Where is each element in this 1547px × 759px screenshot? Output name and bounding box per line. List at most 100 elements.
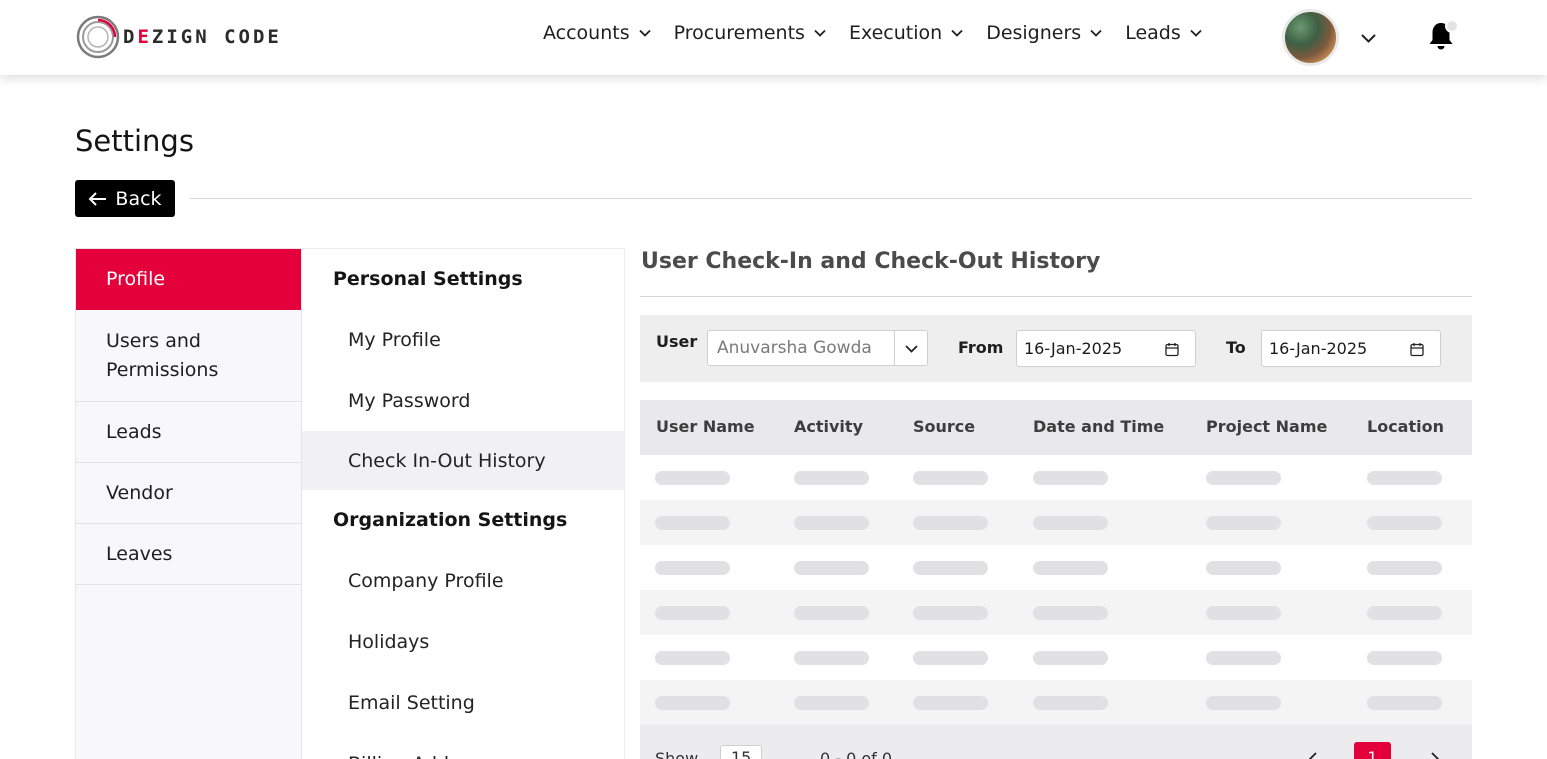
header-divider	[190, 198, 1472, 199]
logo-mark-icon	[76, 15, 120, 59]
skeleton-cell	[1206, 471, 1281, 485]
table-row-loading	[640, 500, 1472, 545]
user-avatar[interactable]	[1282, 9, 1339, 66]
skeleton-cell	[1367, 606, 1442, 620]
skeleton-cell	[1033, 606, 1108, 620]
submenu-item-my-profile[interactable]: My Profile	[302, 309, 624, 370]
nav-label: Designers	[986, 22, 1082, 44]
table-header: User Name Activity Source Date and Time …	[640, 400, 1472, 455]
skeleton-cell	[1033, 651, 1108, 665]
arrow-left-icon	[89, 191, 107, 206]
skeleton-cell	[913, 561, 988, 575]
skeleton-cell	[913, 651, 988, 665]
column-user-name[interactable]: User Name	[656, 417, 755, 436]
skeleton-cell	[913, 471, 988, 485]
sidebar-item-vendor[interactable]: Vendor	[76, 463, 301, 524]
submenu-item-check-in-out-history[interactable]: Check In-Out History	[302, 431, 624, 490]
table-footer: Show 15 0 - 0 of 0	[640, 725, 1472, 759]
pagination-current-page[interactable]: 1	[1354, 742, 1391, 759]
skeleton-cell	[655, 471, 730, 485]
content-divider	[640, 296, 1472, 297]
column-activity[interactable]: Activity	[794, 417, 863, 436]
column-date-time[interactable]: Date and Time	[1033, 417, 1164, 436]
content-title: User Check-In and Check-Out History	[641, 249, 1101, 274]
skeleton-cell	[794, 561, 869, 575]
nav-designers[interactable]: Designers	[986, 22, 1103, 44]
organization-settings-heading: Organization Settings	[333, 509, 568, 531]
nav-label: Accounts	[543, 22, 630, 44]
user-select-value: Anuvarsha Gowda	[717, 338, 872, 358]
back-button-label: Back	[115, 187, 162, 210]
skeleton-cell	[794, 606, 869, 620]
chevron-down-icon	[1190, 29, 1202, 37]
submenu-item-email-setting[interactable]: Email Setting	[302, 672, 624, 733]
logo-text: DEZIGN CODE	[123, 26, 282, 48]
submenu-item-my-password[interactable]: My Password	[302, 370, 624, 431]
skeleton-cell	[1367, 651, 1442, 665]
sidebar-item-users-permissions[interactable]: Users and Permissions	[76, 310, 301, 402]
chevron-down-icon	[638, 29, 651, 37]
skeleton-cell	[794, 696, 869, 710]
show-label: Show	[655, 749, 699, 759]
skeleton-cell	[913, 516, 988, 530]
nav-label: Procurements	[673, 22, 805, 44]
submenu-item-billing-address[interactable]: Billing Address	[302, 733, 624, 759]
submenu-item-holidays[interactable]: Holidays	[302, 611, 624, 672]
table-row-loading	[640, 545, 1472, 590]
skeleton-cell	[1206, 516, 1281, 530]
skeleton-cell	[794, 651, 869, 665]
table-row-loading	[640, 590, 1472, 635]
skeleton-cell	[913, 606, 988, 620]
skeleton-cell	[794, 516, 869, 530]
chevron-down-icon[interactable]	[904, 341, 919, 356]
nav-procurements[interactable]: Procurements	[674, 22, 827, 44]
to-date-input[interactable]: 16-Jan-2025	[1261, 330, 1441, 367]
nav-leads[interactable]: Leads	[1125, 22, 1203, 44]
skeleton-cell	[1367, 516, 1442, 530]
skeleton-cell	[913, 696, 988, 710]
chevron-down-icon[interactable]	[1360, 30, 1377, 47]
back-button[interactable]: Back	[75, 180, 175, 217]
calendar-icon[interactable]	[1410, 342, 1424, 357]
column-project-name[interactable]: Project Name	[1206, 417, 1327, 436]
notification-dot	[1445, 19, 1459, 33]
to-date-value: 16-Jan-2025	[1269, 339, 1368, 358]
column-location[interactable]: Location	[1367, 417, 1444, 436]
user-select[interactable]: Anuvarsha Gowda	[707, 330, 928, 366]
skeleton-cell	[655, 561, 730, 575]
skeleton-cell	[794, 471, 869, 485]
settings-sidebar: Profile Users and Permissions Leads Vend…	[75, 248, 302, 759]
column-source[interactable]: Source	[913, 417, 975, 436]
user-filter-label: User	[656, 332, 698, 351]
skeleton-cell	[1367, 696, 1442, 710]
skeleton-cell	[1033, 471, 1108, 485]
submenu-item-company-profile[interactable]: Company Profile	[302, 550, 624, 611]
skeleton-cell	[1206, 696, 1281, 710]
skeleton-cell	[655, 516, 730, 530]
from-date-label: From	[958, 338, 1004, 357]
chevron-right-icon[interactable]	[1430, 752, 1440, 759]
table-row-loading	[640, 635, 1472, 680]
skeleton-cell	[1206, 606, 1281, 620]
sidebar-item-leads[interactable]: Leads	[76, 402, 301, 463]
calendar-icon[interactable]	[1165, 342, 1179, 357]
sidebar-item-profile[interactable]: Profile	[76, 249, 301, 310]
personal-settings-heading: Personal Settings	[333, 268, 523, 290]
nav-accounts[interactable]: Accounts	[543, 22, 652, 44]
from-date-input[interactable]: 16-Jan-2025	[1016, 330, 1196, 367]
top-navbar: DEZIGN CODE Accounts Procurements Execut…	[0, 0, 1547, 75]
settings-submenu: Personal Settings My Profile My Password…	[302, 248, 625, 759]
chevron-left-icon[interactable]	[1308, 752, 1318, 759]
brand-logo[interactable]: DEZIGN CODE	[75, 15, 282, 59]
chevron-down-icon	[951, 29, 963, 37]
table-row-loading	[640, 455, 1472, 500]
skeleton-cell	[655, 606, 730, 620]
nav-label: Execution	[848, 22, 943, 44]
skeleton-cell	[1033, 516, 1108, 530]
nav-execution[interactable]: Execution	[849, 22, 964, 44]
skeleton-cell	[1033, 561, 1108, 575]
sidebar-item-leaves[interactable]: Leaves	[76, 524, 301, 585]
page-size-select[interactable]: 15	[720, 745, 763, 759]
skeleton-cell	[1367, 561, 1442, 575]
page-title: Settings	[75, 124, 194, 158]
